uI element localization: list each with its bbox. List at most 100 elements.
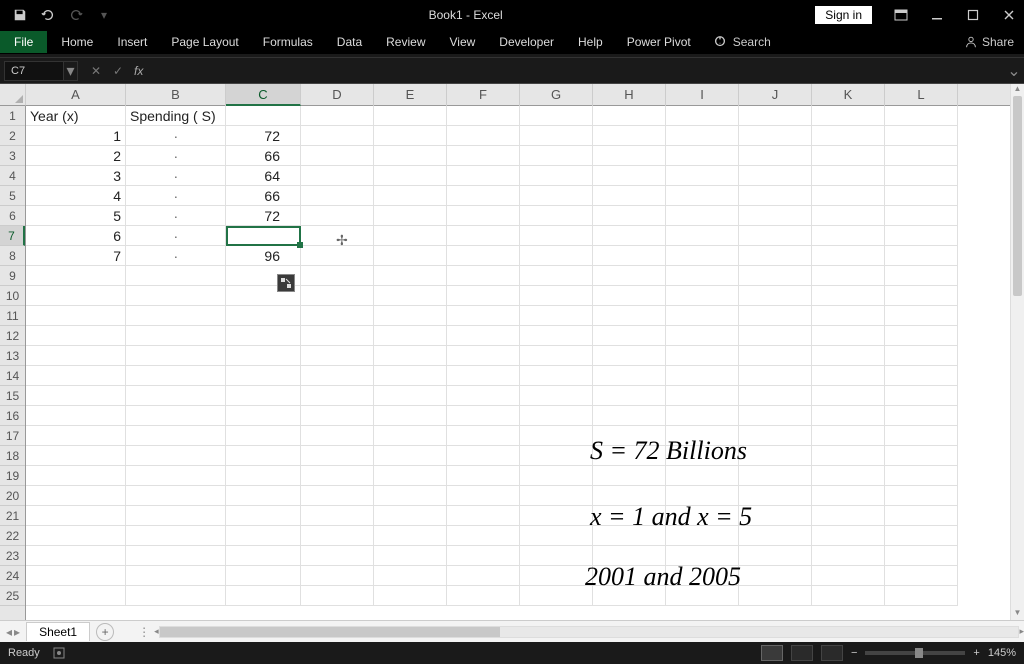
cell-F5[interactable] (447, 186, 520, 206)
cell-D19[interactable] (301, 466, 374, 486)
cell-J25[interactable] (739, 586, 812, 606)
row-header-15[interactable]: 15 (0, 386, 25, 406)
cell-B5[interactable]: ·66 (126, 186, 226, 206)
cell-A1[interactable]: Year (x) (26, 106, 126, 126)
row-header-19[interactable]: 19 (0, 466, 25, 486)
cell-F20[interactable] (447, 486, 520, 506)
cell-B23[interactable] (126, 546, 226, 566)
cell-E8[interactable] (374, 246, 447, 266)
minimize-button[interactable] (922, 0, 952, 30)
formula-input[interactable] (149, 61, 1004, 81)
cell-I4[interactable] (666, 166, 739, 186)
cell-A9[interactable] (26, 266, 126, 286)
cell-B10[interactable] (126, 286, 226, 306)
scroll-down-arrow[interactable]: ▼ (1011, 608, 1024, 620)
cell-L12[interactable] (885, 326, 958, 346)
cell-H11[interactable] (593, 306, 666, 326)
row-header-12[interactable]: 12 (0, 326, 25, 346)
cell-F23[interactable] (447, 546, 520, 566)
cell-K17[interactable] (812, 426, 885, 446)
cell-H10[interactable] (593, 286, 666, 306)
cell-J18[interactable] (739, 446, 812, 466)
cell-E20[interactable] (374, 486, 447, 506)
cell-J23[interactable] (739, 546, 812, 566)
cell-E16[interactable] (374, 406, 447, 426)
cell-B2[interactable]: ·72 (126, 126, 226, 146)
cell-F3[interactable] (447, 146, 520, 166)
cell-J12[interactable] (739, 326, 812, 346)
add-sheet-button[interactable]: + (96, 623, 114, 641)
row-header-7[interactable]: 7 (0, 226, 25, 246)
row-header-13[interactable]: 13 (0, 346, 25, 366)
cell-G25[interactable] (520, 586, 593, 606)
cell-B3[interactable]: ·66 (126, 146, 226, 166)
cell-H7[interactable] (593, 226, 666, 246)
cell-B1[interactable]: Spending ( S) (126, 106, 226, 126)
view-page-layout-button[interactable] (791, 645, 813, 661)
cell-J1[interactable] (739, 106, 812, 126)
cell-H19[interactable] (593, 466, 666, 486)
cell-K10[interactable] (812, 286, 885, 306)
close-button[interactable] (994, 0, 1024, 30)
cell-A22[interactable] (26, 526, 126, 546)
cell-I3[interactable] (666, 146, 739, 166)
cell-A20[interactable] (26, 486, 126, 506)
cell-F13[interactable] (447, 346, 520, 366)
cell-K21[interactable] (812, 506, 885, 526)
cell-B7[interactable]: ·82 (126, 226, 226, 246)
cell-J17[interactable] (739, 426, 812, 446)
cell-A19[interactable] (26, 466, 126, 486)
cell-A13[interactable] (26, 346, 126, 366)
cell-G7[interactable] (520, 226, 593, 246)
cell-I2[interactable] (666, 126, 739, 146)
cell-D11[interactable] (301, 306, 374, 326)
cell-A16[interactable] (26, 406, 126, 426)
cell-H16[interactable] (593, 406, 666, 426)
cell-B4[interactable]: ·64 (126, 166, 226, 186)
zoom-out-button[interactable]: − (851, 647, 857, 659)
cell-K15[interactable] (812, 386, 885, 406)
cell-B14[interactable] (126, 366, 226, 386)
row-header-2[interactable]: 2 (0, 126, 25, 146)
cell-C20[interactable] (226, 486, 301, 506)
cell-F22[interactable] (447, 526, 520, 546)
cell-J9[interactable] (739, 266, 812, 286)
tab-insert[interactable]: Insert (105, 31, 159, 53)
tab-formulas[interactable]: Formulas (251, 31, 325, 53)
cell-K8[interactable] (812, 246, 885, 266)
row-header-6[interactable]: 6 (0, 206, 25, 226)
cell-G8[interactable] (520, 246, 593, 266)
cell-K9[interactable] (812, 266, 885, 286)
cell-G15[interactable] (520, 386, 593, 406)
cell-L6[interactable] (885, 206, 958, 226)
cell-A2[interactable]: 1 (26, 126, 126, 146)
cell-K7[interactable] (812, 226, 885, 246)
cell-B16[interactable] (126, 406, 226, 426)
cell-J13[interactable] (739, 346, 812, 366)
cell-D14[interactable] (301, 366, 374, 386)
cell-B17[interactable] (126, 426, 226, 446)
cell-A8[interactable]: 7 (26, 246, 126, 266)
cell-L24[interactable] (885, 566, 958, 586)
cell-H12[interactable] (593, 326, 666, 346)
ribbon-display-options[interactable] (886, 0, 916, 30)
row-header-25[interactable]: 25 (0, 586, 25, 606)
cell-C1[interactable] (226, 106, 301, 126)
cell-I13[interactable] (666, 346, 739, 366)
fx-button[interactable]: fx (134, 64, 143, 78)
cell-A14[interactable] (26, 366, 126, 386)
cell-B12[interactable] (126, 326, 226, 346)
cell-G3[interactable] (520, 146, 593, 166)
cell-G1[interactable] (520, 106, 593, 126)
cell-H4[interactable] (593, 166, 666, 186)
cell-K19[interactable] (812, 466, 885, 486)
cell-A25[interactable] (26, 586, 126, 606)
row-header-11[interactable]: 11 (0, 306, 25, 326)
cell-A5[interactable]: 4 (26, 186, 126, 206)
cell-L21[interactable] (885, 506, 958, 526)
cell-H14[interactable] (593, 366, 666, 386)
cell-F15[interactable] (447, 386, 520, 406)
row-header-22[interactable]: 22 (0, 526, 25, 546)
cell-I11[interactable] (666, 306, 739, 326)
zoom-level[interactable]: 145% (988, 647, 1016, 659)
